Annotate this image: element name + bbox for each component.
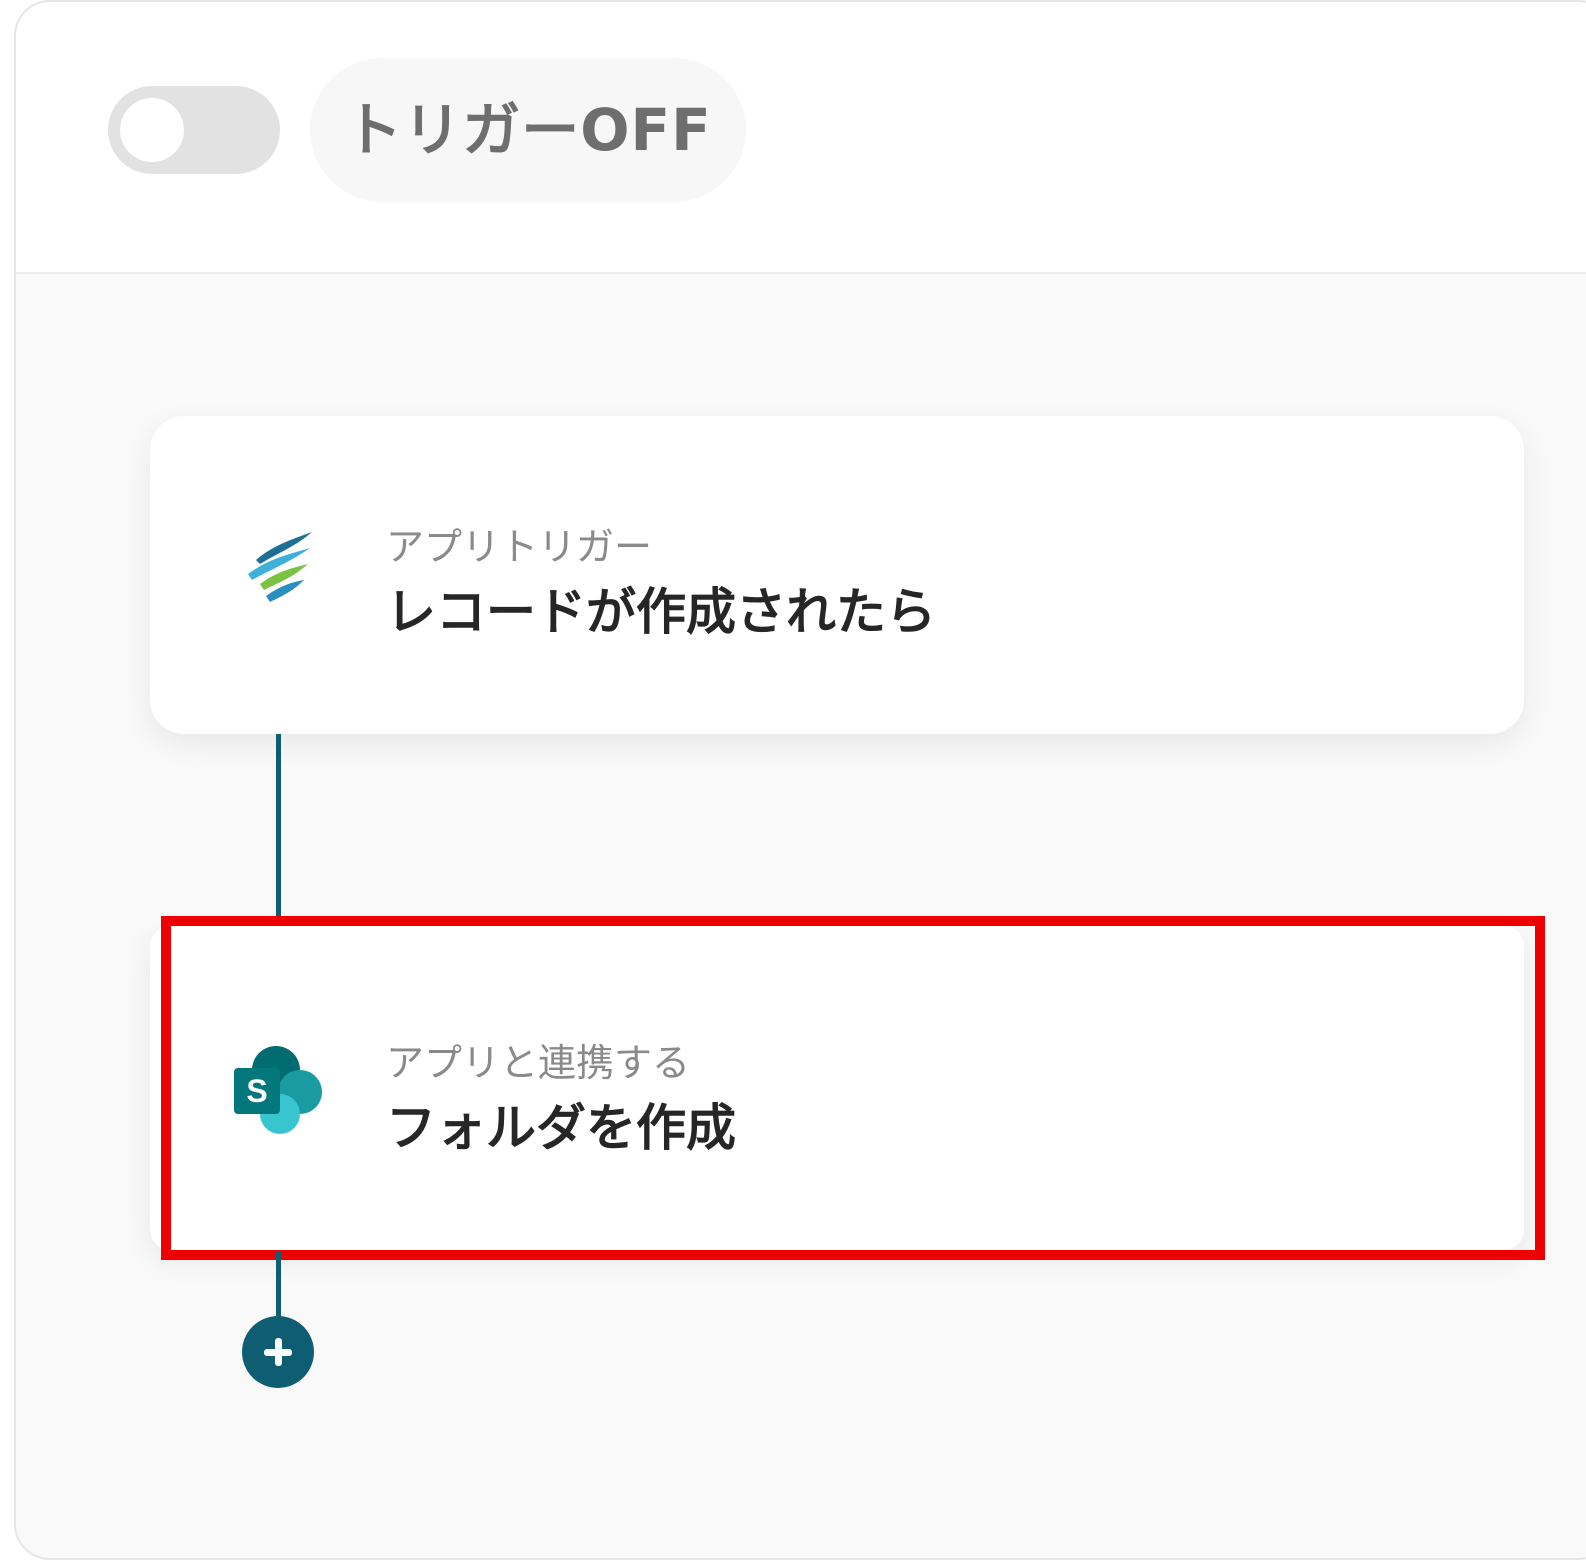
step-title: フォルダを作成 [386, 1099, 736, 1157]
step-type-label: アプリトリガー [386, 525, 653, 569]
kintone-swirl-icon [248, 532, 312, 602]
flow-connector [276, 1252, 281, 1322]
sharepoint-icon: S [234, 1046, 322, 1134]
add-step-button[interactable] [242, 1316, 314, 1388]
svg-text:S: S [246, 1073, 267, 1109]
toggle-knob [120, 98, 184, 162]
flow-editor-panel: トリガーOFF [14, 0, 1586, 1560]
step-type-label: アプリと連携する [386, 1041, 691, 1085]
flow-connector [276, 734, 281, 930]
step-title: レコードが作成されたら [386, 583, 936, 641]
flow-header: トリガーOFF [16, 2, 1586, 274]
trigger-status-badge: トリガーOFF [310, 58, 746, 202]
trigger-toggle[interactable] [108, 86, 280, 174]
flow-step-trigger-card[interactable]: アプリトリガー レコードが作成されたら [150, 416, 1524, 734]
flow-step-action-card[interactable]: S アプリと連携する フォルダを作成 [150, 926, 1524, 1250]
